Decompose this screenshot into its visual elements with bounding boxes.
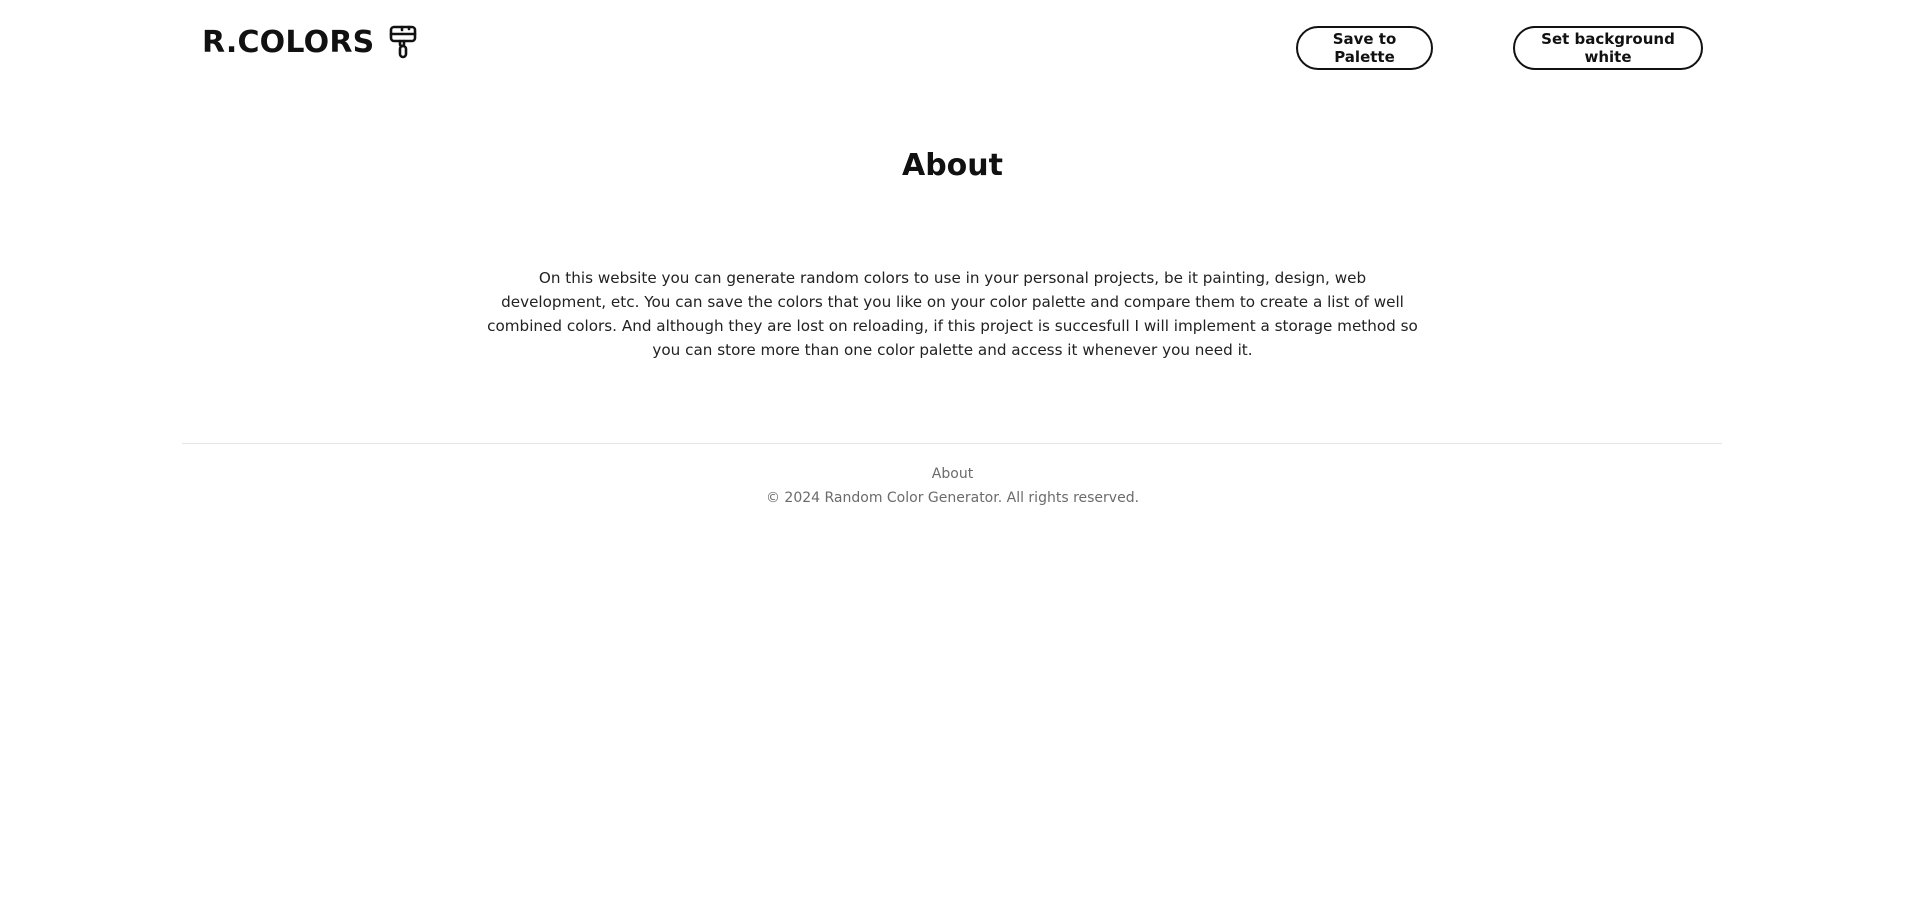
footer-copyright: © 2024 Random Color Generator. All right…	[765, 490, 1140, 506]
set-background-white-button[interactable]: Set background white	[1513, 26, 1703, 70]
page-title: About	[901, 148, 1003, 183]
brand[interactable]: R.COLORS	[202, 24, 420, 60]
paint-roller-icon	[388, 24, 420, 60]
brand-title: R.COLORS	[202, 25, 375, 60]
page: R.COLORS Save to Palette Set background …	[0, 0, 1905, 909]
footer-about-link[interactable]: About	[932, 466, 973, 482]
footer-divider	[182, 443, 1722, 444]
site-header: R.COLORS Save to Palette Set background …	[0, 0, 1905, 96]
footer-nav: About	[0, 464, 1905, 484]
about-description: On this website you can generate random …	[487, 269, 1418, 359]
save-to-palette-button[interactable]: Save to Palette	[1296, 26, 1433, 70]
